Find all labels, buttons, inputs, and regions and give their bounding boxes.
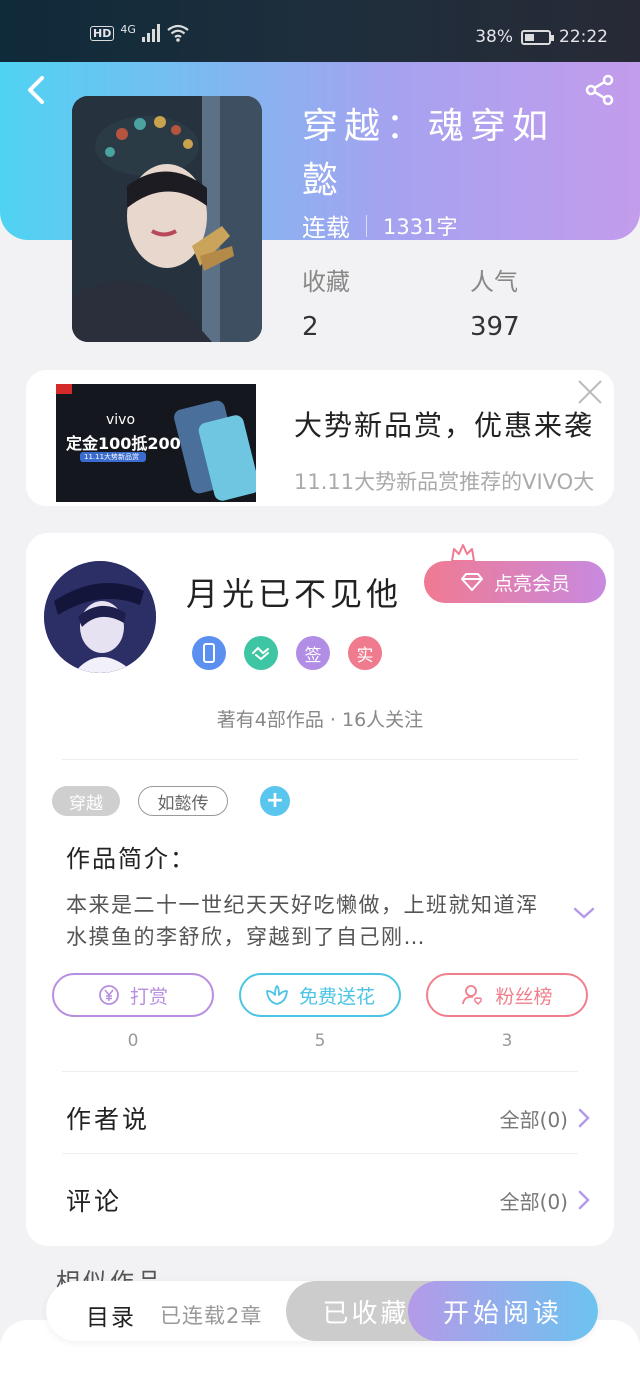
network-label: 4G	[120, 22, 136, 36]
back-arrow-icon[interactable]	[22, 72, 52, 108]
share-icon[interactable]	[584, 74, 616, 106]
author-says-all[interactable]: 全部(0)	[500, 1104, 590, 1133]
phone-badge-icon[interactable]	[192, 636, 226, 670]
book-status: 连载	[302, 214, 350, 242]
cover-illustration	[72, 96, 262, 342]
divider	[62, 1071, 578, 1072]
author-badges: 签 实	[192, 636, 382, 670]
intro-label: 作品简介：	[66, 845, 196, 873]
popularity-value: 397	[470, 312, 520, 342]
author-says-title: 作者说	[66, 1105, 151, 1134]
author-stats: 著有4部作品 · 16人关注	[216, 709, 424, 731]
flower-count: 5	[314, 1031, 326, 1051]
ad-image-brand: vivo	[106, 412, 136, 428]
avatar[interactable]	[44, 561, 156, 673]
sign-badge-text: 签	[304, 645, 322, 666]
author-says-row[interactable]: 作者说 全部(0)	[66, 1088, 590, 1148]
free-flower-button[interactable]: 免费送花	[239, 973, 401, 1017]
book-word-count: 1331字	[383, 214, 458, 239]
status-bar: HD 4G 38% 22:22	[0, 0, 640, 62]
author-card: 月光已不见他 点亮会员 签 实 著有4部作品 · 16人关注 穿越 如懿传 + …	[26, 533, 614, 1246]
ad-banner[interactable]: vivo 定金100抵200 11.11大势新品赏 大势新品赏，优惠来袭 11.…	[26, 370, 614, 506]
free-flower-label: 免费送花	[298, 985, 375, 1008]
signal-icon	[141, 24, 160, 42]
comments-row[interactable]: 评论 全部(0)	[66, 1170, 590, 1230]
fans-ranking-label: 粉丝榜	[495, 985, 553, 1008]
status-right: 38% 22:22	[475, 27, 608, 47]
status-left: HD 4G	[90, 22, 190, 42]
favorites-value: 2	[302, 312, 319, 342]
tag-chuanyue[interactable]: 穿越	[52, 786, 120, 816]
chevron-right-icon	[578, 1108, 590, 1128]
intro-text[interactable]: 本来是二十一世纪天天好吃懒做，上班就知道浑水摸鱼的李舒欣，穿越到了自己刚…	[66, 889, 560, 953]
fans-count: 3	[501, 1031, 513, 1051]
divider	[62, 1153, 578, 1154]
battery-icon	[521, 29, 554, 45]
vip-button-label: 点亮会员	[493, 572, 570, 595]
flower-icon	[266, 985, 288, 1005]
close-icon[interactable]	[576, 378, 604, 406]
comments-count: 全部(0)	[499, 1189, 568, 1214]
ad-image[interactable]: vivo 定金100抵200 11.11大势新品赏	[56, 384, 256, 502]
author-says-count: 全部(0)	[499, 1107, 568, 1132]
diamond-icon	[460, 573, 483, 591]
chevron-right-icon	[578, 1190, 590, 1210]
reward-button[interactable]: 打赏	[52, 973, 214, 1017]
start-reading-button[interactable]: 开始阅读	[408, 1281, 598, 1341]
reward-label: 打赏	[129, 985, 168, 1008]
handshake-badge-icon[interactable]	[244, 636, 278, 670]
toc-button[interactable]: 目录	[86, 1298, 136, 1332]
chevron-down-icon[interactable]	[572, 905, 596, 921]
verified-badge-icon[interactable]: 实	[348, 636, 382, 670]
comments-title: 评论	[66, 1187, 123, 1216]
tag-ruyizhuan[interactable]: 如懿传	[138, 786, 228, 816]
fans-ranking-button[interactable]: 粉丝榜	[426, 973, 588, 1017]
battery-percent: 38%	[475, 27, 513, 47]
ad-image-sub: 11.11大势新品赏	[84, 453, 140, 461]
book-meta: 连载 1331字	[302, 208, 457, 243]
chapter-count[interactable]: 已连载2章	[160, 1300, 262, 1330]
book-title: 穿越：魂穿如懿	[302, 106, 555, 201]
ad-title[interactable]: 大势新品赏，优惠来袭	[294, 404, 594, 444]
ad-image-headline: 定金100抵200	[66, 434, 181, 453]
avatar-illustration	[44, 561, 156, 673]
wifi-icon	[167, 24, 189, 42]
add-tag-button[interactable]: +	[260, 786, 290, 816]
hd-icon: HD	[90, 25, 115, 41]
verified-badge-text: 实	[356, 645, 374, 666]
clock: 22:22	[559, 27, 608, 47]
comments-all[interactable]: 全部(0)	[500, 1186, 590, 1215]
ad-description: 11.11大势新品赏推荐的VIVO大	[294, 470, 595, 494]
bottom-action-bar: 目录 已连载2章 已收藏 开始阅读	[46, 1281, 598, 1341]
book-cover-image[interactable]	[72, 96, 262, 342]
yen-icon	[99, 985, 119, 1005]
popularity-label: 人气	[470, 268, 518, 296]
meta-divider	[366, 214, 367, 237]
sign-badge-icon[interactable]: 签	[296, 636, 330, 670]
divider	[62, 759, 578, 760]
author-name[interactable]: 月光已不见他	[186, 569, 402, 615]
favorites-label: 收藏	[302, 268, 350, 296]
vip-button[interactable]: 点亮会员	[424, 561, 606, 603]
fans-icon	[462, 985, 483, 1006]
reward-count: 0	[127, 1031, 139, 1051]
